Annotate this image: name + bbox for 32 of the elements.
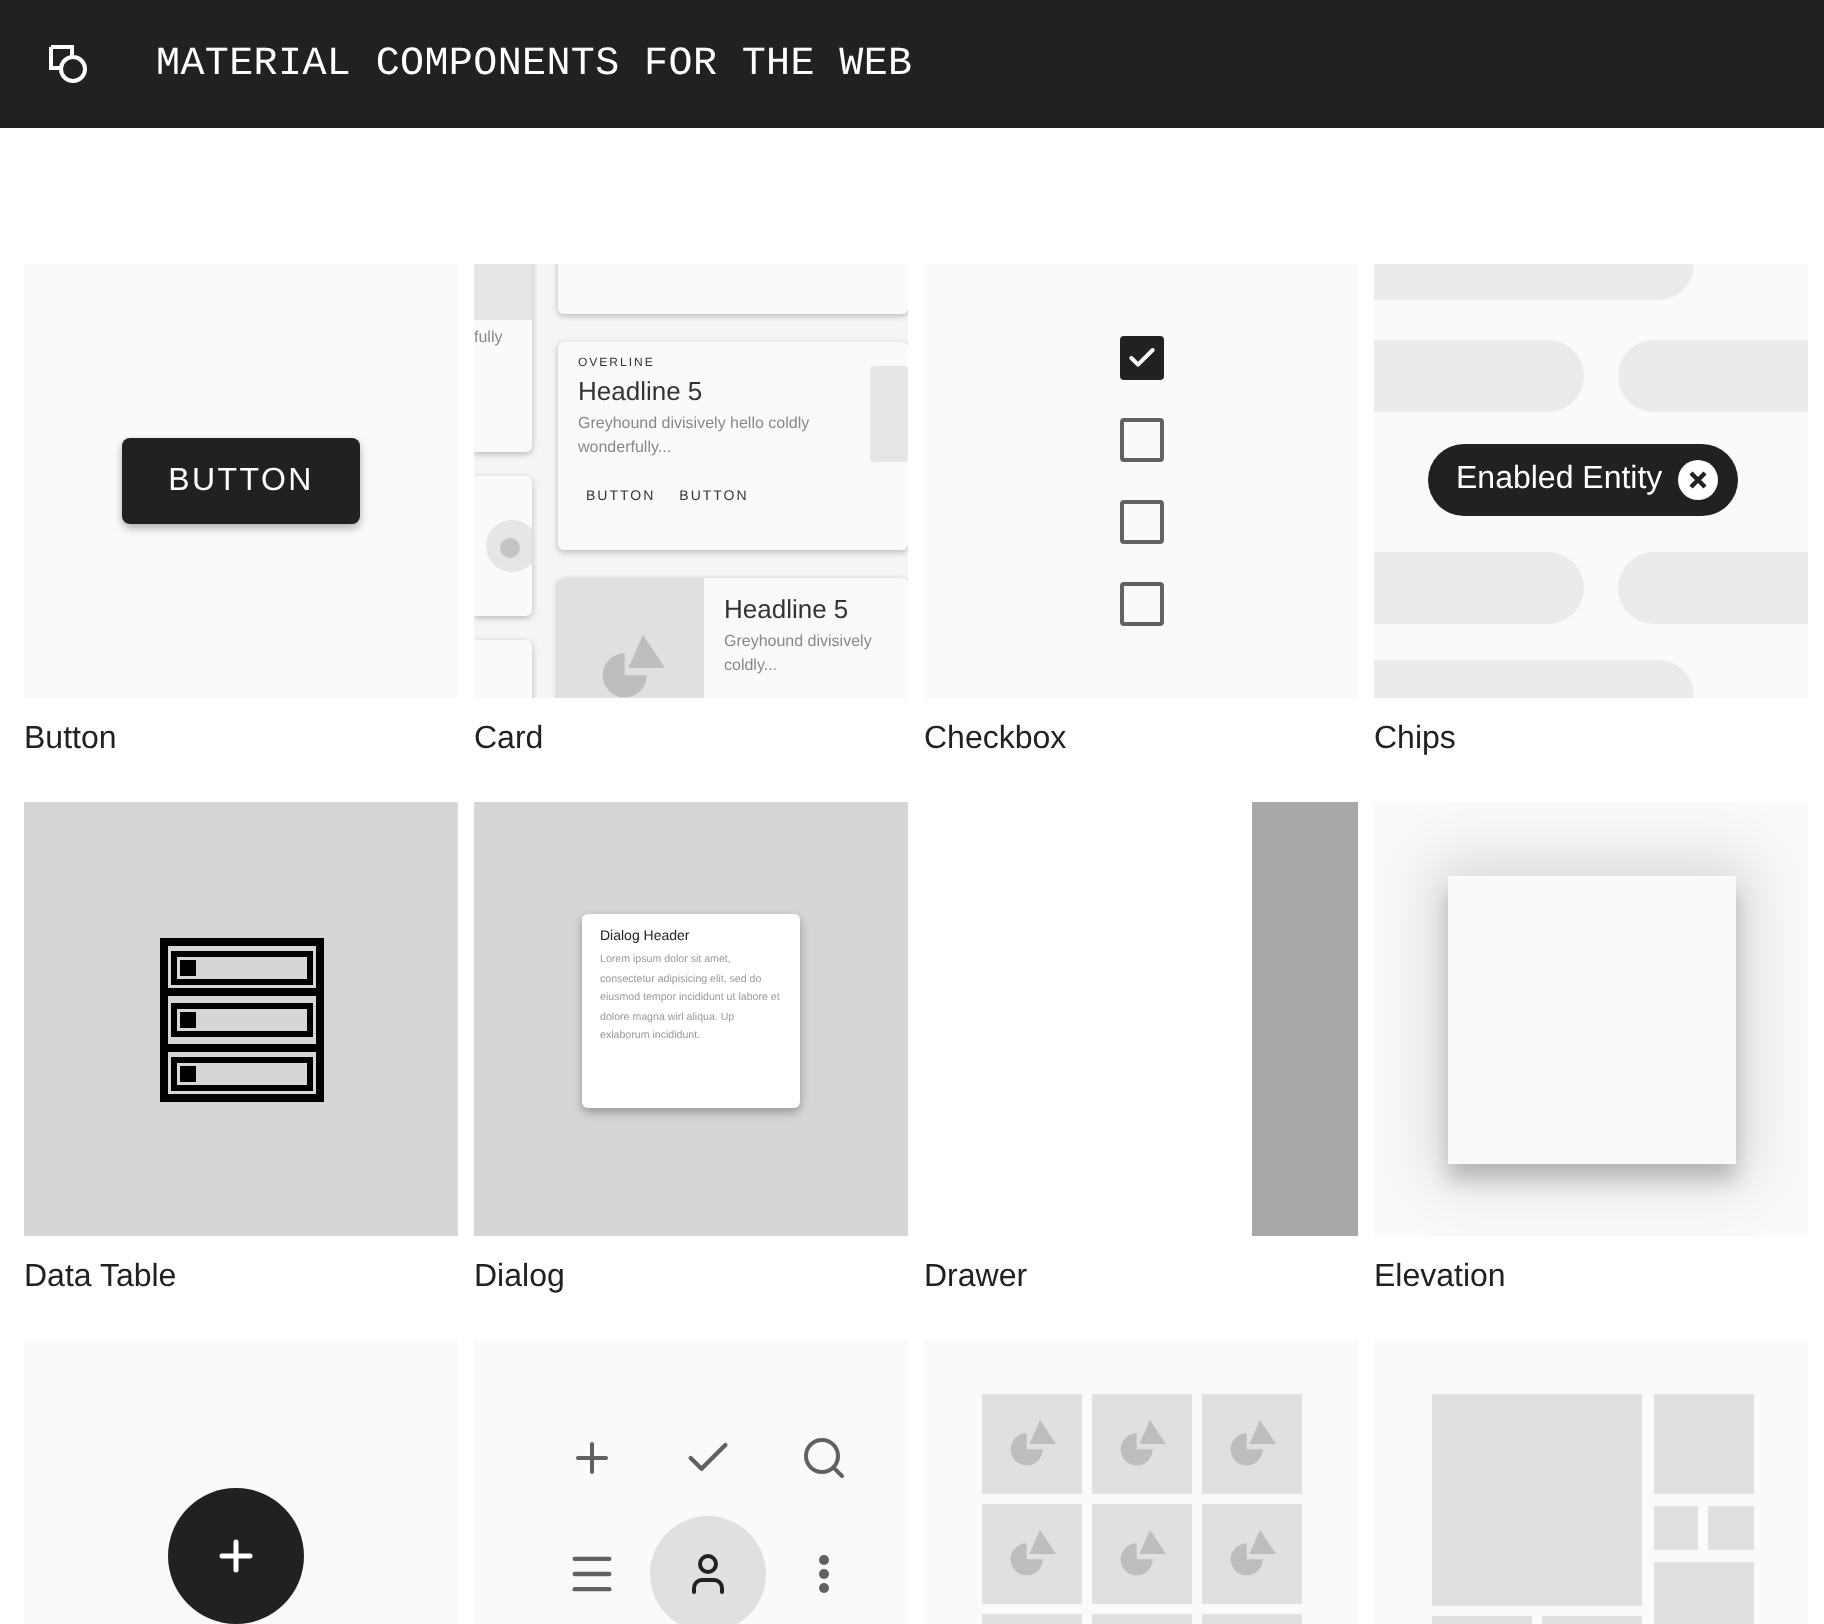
table-icon [159, 937, 323, 1101]
component-label[interactable]: Card [474, 698, 908, 802]
card-media [474, 264, 532, 320]
card-headline: Headline 5 [724, 594, 851, 624]
card-body-text: Greyhound divisively coldly... [724, 630, 874, 678]
grid-block [1708, 1506, 1754, 1550]
grid-block [1654, 1394, 1754, 1494]
raised-button[interactable]: BUTTON [122, 438, 360, 524]
more-icon [818, 1554, 830, 1594]
card-thumbnail [869, 366, 908, 462]
checkbox[interactable] [1119, 582, 1163, 626]
shapes-icon [48, 44, 88, 84]
component-label[interactable]: Button [24, 698, 458, 802]
search-icon [800, 1434, 848, 1482]
component-label[interactable]: Elevation [1374, 1236, 1808, 1340]
image-icon [486, 520, 532, 572]
card-headline: Headline 5 [578, 376, 705, 406]
checkbox[interactable] [1119, 418, 1163, 462]
chip[interactable]: Enabled Entity [1428, 444, 1739, 516]
component-label[interactable]: Drawer [924, 1236, 1358, 1340]
component-label[interactable]: Data Table [24, 1236, 458, 1340]
grid-block [1654, 1506, 1698, 1550]
close-icon[interactable] [1678, 460, 1719, 500]
component-label[interactable]: Checkbox [924, 698, 1358, 802]
card-body-text: Greyhound divisively hello coldly wonderfully... [578, 412, 812, 460]
component-label[interactable]: Dialog [474, 1236, 908, 1340]
checkbox[interactable] [1119, 336, 1163, 380]
card-text: fully [474, 326, 505, 346]
component-label[interactable]: Chips [1374, 698, 1808, 802]
checkbox[interactable] [1119, 500, 1163, 544]
person-button[interactable] [650, 1516, 766, 1624]
app-title: MATERIAL COMPONENTS FOR THE WEB [156, 41, 913, 87]
